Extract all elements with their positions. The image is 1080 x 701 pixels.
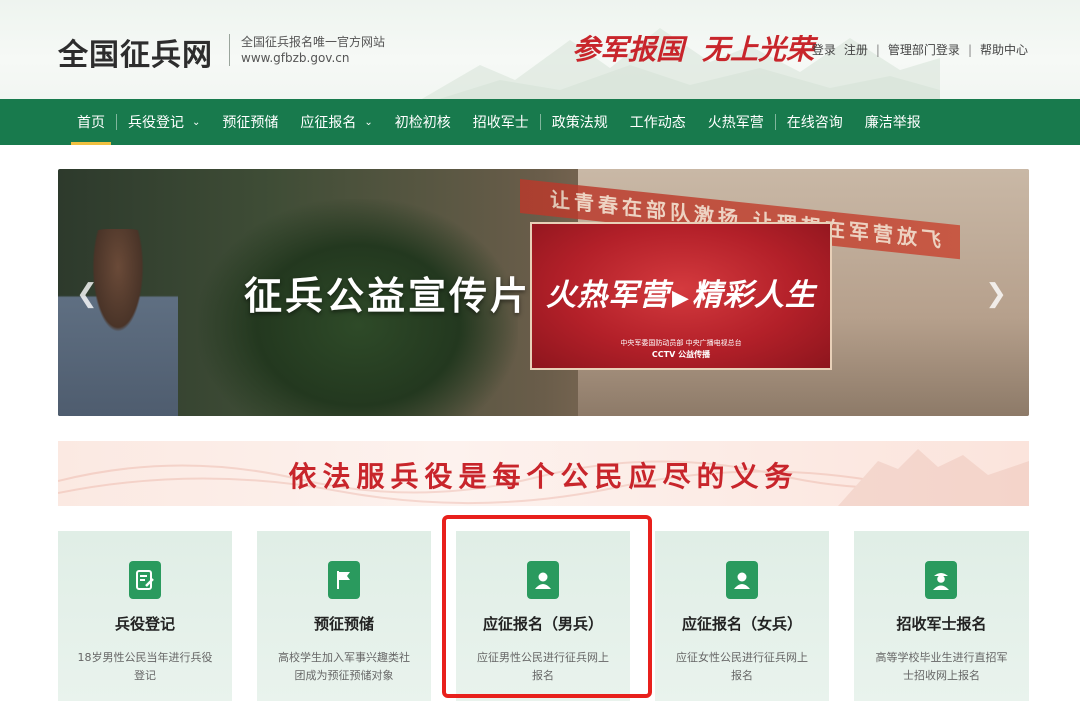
video-credit-cctv: CCTV 公益传播 [651,350,711,359]
link-separator: | [875,42,880,57]
top-links: 登录 注册 | 管理部门登录 | 帮助中心 [812,41,1028,58]
nav-label: 首页 [77,115,105,131]
nav-item-news[interactable]: 工作动态 [619,99,697,145]
card-title: 兵役登记 [114,615,175,633]
site-tagline: 全国征兵报名唯一官方网站 [241,35,386,49]
nav-item-report[interactable]: 廉洁举报 [854,99,932,145]
card-desc: 高校学生加入军事兴趣类社团成为预征预储对象 [278,651,410,682]
nav-label: 在线咨询 [786,115,843,131]
card-title: 招收军士报名 [896,615,987,633]
banner-title: 征兵公益宣传片 [244,274,532,318]
nav-item-consult[interactable]: 在线咨询 [776,99,854,145]
nav-label: 工作动态 [629,115,686,131]
header-slogan: 参军报国 无上光荣 [572,28,832,74]
video-title: 火热军营▶精彩人生 [532,270,830,314]
chevron-down-icon: ⌄ [364,116,373,128]
main-nav: 首页 兵役登记 ⌄ 预征预储 应征报名 ⌄ 初检初核 招收军士 政策法规 工作动态 … [0,99,1080,145]
nav-label: 廉洁举报 [864,115,921,131]
card-military-registration[interactable]: 兵役登记 18岁男性公民当年进行兵役登记 [58,531,232,701]
nav-label: 招收军士 [472,115,529,131]
nav-item-initial-check[interactable]: 初检初核 [384,99,462,145]
nav-item-enlist[interactable]: 应征报名 ⌄ [289,99,383,145]
hero-banner[interactable]: 让青春在部队激扬 让理想在军营放飞 征兵公益宣传片 火热军营▶精彩人生 中央军委… [58,169,1029,416]
logo-divider [229,34,230,66]
card-nco-recruit[interactable]: 招收军士报名 高等学校毕业生进行直招军士招收网上报名 [854,531,1029,701]
nav-label: 应征报名 [300,115,357,131]
motto-banner: 依法服兵役是每个公民应尽的义务 [58,441,1029,506]
carousel-next-icon[interactable]: ❯ [985,279,1007,309]
site-logo-title[interactable]: 全国征兵网 [58,30,213,74]
chevron-down-icon: ⌄ [192,116,201,128]
nav-label: 初检初核 [394,115,451,131]
card-desc: 高等学校毕业生进行直招军士招收网上报名 [875,651,1008,682]
slogan-part-2: 无上光荣 [702,33,815,66]
register-link[interactable]: 注册 [844,41,868,58]
card-desc: 应征女性公民进行征兵网上报名 [676,651,808,682]
motto-text: 依法服兵役是每个公民应尽的义务 [288,460,799,493]
admin-login-link[interactable]: 管理部门登录 [888,41,960,58]
card-pre-recruit[interactable]: 预征预储 高校学生加入军事兴趣类社团成为预征预储对象 [257,531,431,701]
user-icon [726,561,758,599]
nav-item-nco-recruit[interactable]: 招收军士 [462,99,540,145]
nav-item-registration[interactable]: 兵役登记 ⌄ [117,99,211,145]
nav-item-policy[interactable]: 政策法规 [541,99,619,145]
site-domain: www.gfbzb.gov.cn [241,51,350,65]
soldier-icon [925,561,957,599]
video-title-left: 火热军营 [546,278,671,313]
card-title: 预征预储 [313,615,374,633]
link-separator: | [967,42,972,57]
card-title: 应征报名（女兵） [681,615,802,633]
nav-item-barracks[interactable]: 火热军营 [697,99,775,145]
login-link[interactable]: 登录 [812,41,836,58]
video-credit: 中央军委国防动员部 中央广播电视总台 [620,339,742,347]
form-edit-icon [129,561,161,599]
banner-person-image [58,229,178,416]
flag-icon [328,561,360,599]
play-icon[interactable]: ▶ [672,286,690,311]
site-header: 全国征兵网 全国征兵报名唯一官方网站 www.gfbzb.gov.cn 参军报国… [0,0,1080,99]
nav-label: 兵役登记 [128,115,184,131]
card-desc: 18岁男性公民当年进行兵役登记 [77,651,213,682]
carousel-prev-icon[interactable]: ❮ [76,279,98,309]
help-center-link[interactable]: 帮助中心 [980,41,1028,58]
selection-highlight-box [442,515,652,698]
nav-label: 预征预储 [222,115,279,131]
nav-label: 火热军营 [707,115,764,131]
card-enlist-female[interactable]: 应征报名（女兵） 应征女性公民进行征兵网上报名 [655,531,829,701]
nav-label: 政策法规 [551,115,608,131]
nav-item-pre-recruit[interactable]: 预征预储 [211,99,289,145]
video-title-right: 精彩人生 [691,278,816,313]
video-thumbnail[interactable]: 火热军营▶精彩人生 中央军委国防动员部 中央广播电视总台 CCTV 公益传播 [530,222,832,370]
slogan-part-1: 参军报国 [572,33,685,66]
nav-item-home[interactable]: 首页 [66,99,116,145]
